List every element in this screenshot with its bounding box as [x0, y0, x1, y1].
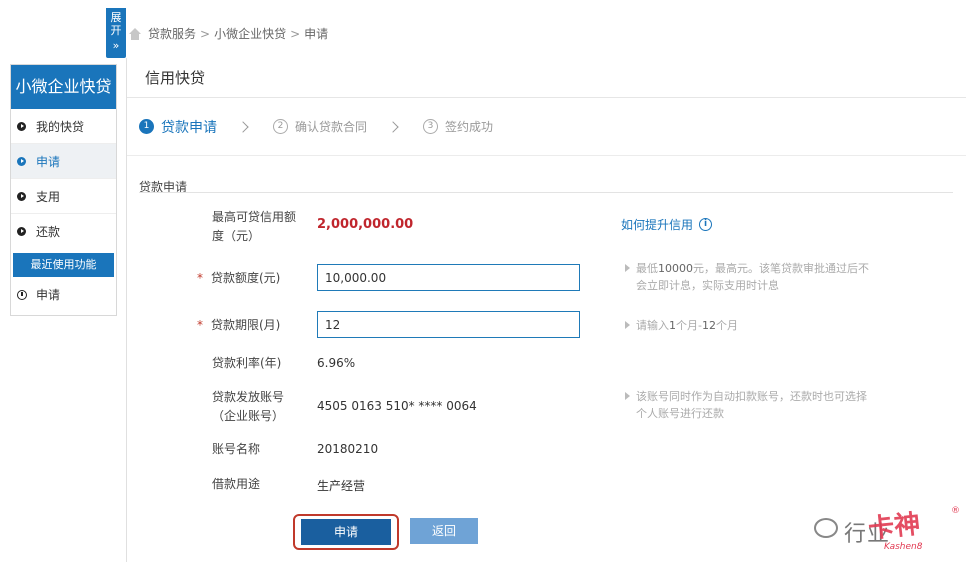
hint-text: 元，最高元。该笔贷款审批通过后不 — [693, 262, 869, 275]
loan-purpose-label: 借款用途 — [212, 477, 261, 491]
account-label-line2: （企业账号） — [212, 409, 285, 423]
interest-rate-value: 6.96% — [317, 356, 356, 370]
hint-text: 个月- — [676, 319, 702, 332]
sidebar-item-label: 申请 — [36, 154, 61, 169]
play-circle-icon — [17, 156, 26, 166]
sidebar-item-withdraw[interactable]: 支用 — [11, 179, 116, 214]
loan-amount-input[interactable] — [317, 264, 580, 291]
recent-functions-header: 最近使用功能 — [13, 253, 114, 277]
clock-icon — [17, 289, 27, 300]
hint-text: 该账号同时作为自动扣款账号，还款时也可选择 — [636, 390, 867, 403]
main-panel: 信用快贷 1 贷款申请 2 确认贷款合同 3 签约成功 贷款申请 最高可贷信用额… — [126, 58, 966, 562]
account-name-label: 账号名称 — [212, 442, 261, 456]
play-circle-icon — [17, 227, 26, 236]
loan-term-input[interactable] — [317, 311, 580, 338]
breadcrumb-item-apply: 申请 — [304, 27, 329, 41]
hint-text: 请输入 — [636, 319, 669, 332]
max-credit-label-line1: 最高可贷信用额 — [212, 210, 297, 224]
expand-tab-label-bottom: 开 — [110, 24, 122, 37]
breadcrumb: 贷款服务 > 小微企业快贷 > 申请 — [128, 25, 328, 42]
step-number: 3 — [423, 119, 439, 134]
breadcrumb-separator: > — [200, 26, 211, 41]
sidebar-item-label: 支用 — [36, 189, 61, 204]
watermark-sub: Kashen8 — [884, 542, 923, 552]
account-label-line1: 贷款发放账号 — [212, 390, 285, 404]
max-credit-value: 2,000,000.00 — [317, 217, 414, 232]
back-button[interactable]: 返回 — [410, 518, 478, 544]
hint-min-value: 10000 — [658, 262, 693, 275]
step-number: 2 — [273, 119, 288, 134]
loan-amount-hint: 最低10000元，最高元。该笔贷款审批通过后不 会立即计息，实际支用时计息 — [623, 260, 923, 294]
breadcrumb-item-loan-service[interactable]: 贷款服务 — [148, 25, 196, 42]
interest-rate-label: 贷款利率(年) — [212, 356, 282, 370]
step-number: 1 — [139, 119, 154, 134]
watermark: 行业 卡神 Kashen8 ® — [808, 498, 964, 558]
recent-item-apply[interactable]: 申请 — [11, 277, 116, 312]
loan-amount-label: * 贷款额度(元) — [197, 269, 280, 288]
registered-mark: ® — [951, 506, 960, 516]
step-label: 确认贷款合同 — [295, 120, 368, 134]
disbursement-account-label: 贷款发放账号 （企业账号） — [212, 388, 284, 426]
required-asterisk: * — [197, 318, 203, 332]
loan-amount-label-text: 贷款额度(元) — [211, 271, 281, 285]
hint-max-value: 12 — [701, 319, 716, 332]
loan-term-label: * 贷款期限(月) — [197, 316, 280, 335]
sidebar-item-label: 我的快贷 — [36, 119, 85, 134]
chevron-right-icon — [387, 120, 399, 133]
step-label: 签约成功 — [445, 120, 494, 134]
loan-purpose-value: 生产经营 — [317, 479, 366, 493]
page-title: 信用快贷 — [127, 58, 966, 98]
sidebar-item-my-loans[interactable]: 我的快贷 — [11, 109, 116, 144]
account-name-value: 20180210 — [317, 442, 379, 456]
hint-text: 个人账号进行还款 — [636, 407, 724, 420]
step-loan-application: 1 贷款申请 — [139, 117, 217, 137]
step-confirm-contract: 2 确认贷款合同 — [273, 118, 367, 135]
hint-text: 个月 — [715, 319, 738, 332]
section-divider — [139, 192, 953, 193]
watermark-brand: 卡神 — [866, 509, 922, 545]
breadcrumb-item-quick-loan[interactable]: 小微企业快贷 — [214, 25, 286, 42]
chevron-right-icon — [237, 120, 249, 133]
hint-min-value: 1 — [669, 319, 676, 332]
disbursement-account-value: 4505 0163 510* **** 0064 — [317, 399, 477, 413]
account-hint: 该账号同时作为自动扣款账号，还款时也可选择 个人账号进行还款 — [623, 388, 923, 422]
sidebar-title: 小微企业快贷 — [11, 65, 116, 109]
recent-item-label: 申请 — [36, 288, 61, 302]
wechat-icon — [814, 518, 838, 538]
expand-sidebar-tab[interactable]: 展 开 » — [106, 8, 126, 58]
play-circle-icon — [17, 191, 26, 201]
required-asterisk: * — [197, 271, 203, 285]
expand-tab-label-top: 展 — [110, 11, 122, 24]
hint-text: 最低 — [636, 262, 658, 275]
submit-button[interactable]: 申请 — [301, 519, 391, 545]
loan-term-hint: 请输入1个月-12个月 — [623, 317, 738, 334]
step-label: 贷款申请 — [161, 119, 217, 136]
improve-credit-link-label: 如何提升信用 — [621, 218, 694, 232]
loan-term-label-text: 贷款期限(月) — [211, 318, 281, 332]
max-credit-label-line2: 度（元） — [212, 229, 261, 243]
play-circle-icon — [17, 121, 26, 131]
double-chevron-right-icon: » — [112, 39, 120, 52]
step-sign-success: 3 签约成功 — [423, 118, 493, 135]
submit-button-highlight: 申请 — [293, 514, 399, 550]
sidebar: 小微企业快贷 我的快贷 申请 支用 还款 最近使用功能 申请 — [10, 64, 117, 316]
breadcrumb-separator: > — [290, 26, 301, 41]
sidebar-item-apply[interactable]: 申请 — [11, 144, 116, 179]
home-icon[interactable] — [128, 27, 142, 40]
info-icon: i — [699, 218, 713, 231]
improve-credit-link[interactable]: 如何提升信用 i — [621, 216, 713, 233]
sidebar-item-repay[interactable]: 还款 — [11, 214, 116, 249]
sidebar-item-label: 还款 — [36, 225, 61, 239]
progress-steps: 1 贷款申请 2 确认贷款合同 3 签约成功 — [127, 98, 966, 156]
hint-text: 会立即计息，实际支用时计息 — [636, 279, 779, 292]
max-credit-label: 最高可贷信用额 度（元） — [212, 208, 296, 246]
